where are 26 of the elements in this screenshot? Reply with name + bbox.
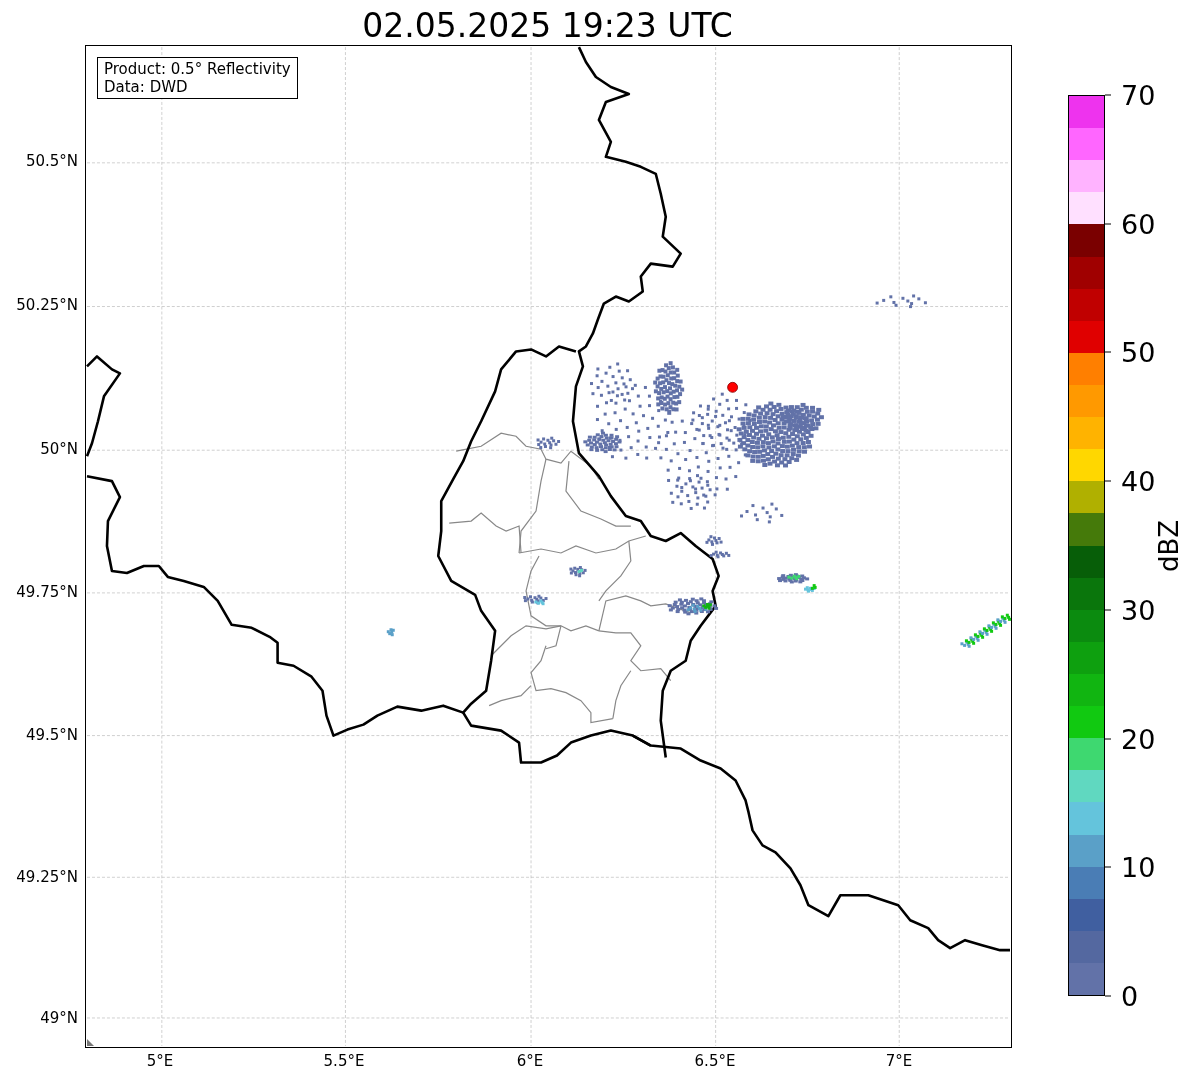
latitude-label: 49.25°N (16, 869, 78, 885)
latitude-label: 50°N (40, 441, 78, 457)
legend-text: Data: DWD (104, 78, 189, 96)
colorbar-tick-label: 40 (1121, 467, 1156, 495)
location-marker-icon (727, 381, 738, 393)
longitude-label: 5°E (146, 1054, 174, 1069)
longitude-label: 7°E (885, 1054, 913, 1069)
colorbar-tick-label: 0 (1121, 982, 1139, 1010)
legend-text: Product: 0.5° Reflectivity (104, 60, 291, 78)
latitude-label: 49.75°N (16, 584, 78, 600)
colorbar-tick-label: 10 (1121, 853, 1156, 881)
colorbar-tick-label: 50 (1121, 338, 1156, 366)
colorbar-title: dBZ (1152, 519, 1185, 572)
corner-mark-icon (87, 1038, 94, 1046)
longitude-label: 6.5°E (694, 1054, 736, 1069)
colorbar-tick-label: 20 (1121, 725, 1156, 753)
latitude-label: 50.25°N (16, 297, 78, 313)
longitude-label: 5.5°E (323, 1054, 365, 1069)
latitude-label: 49.5°N (25, 727, 78, 743)
latitude-label: 50.5°N (25, 153, 78, 169)
colorbar-tick-label: 30 (1121, 596, 1156, 624)
longitude-label: 6°E (516, 1054, 544, 1069)
latitude-label: 49°N (40, 1010, 78, 1026)
colorbar-tick-label: 70 (1121, 81, 1156, 109)
chart-title: 02.05.2025 19:23 UTC (361, 9, 734, 45)
colorbar-tick-label: 60 (1121, 210, 1156, 238)
